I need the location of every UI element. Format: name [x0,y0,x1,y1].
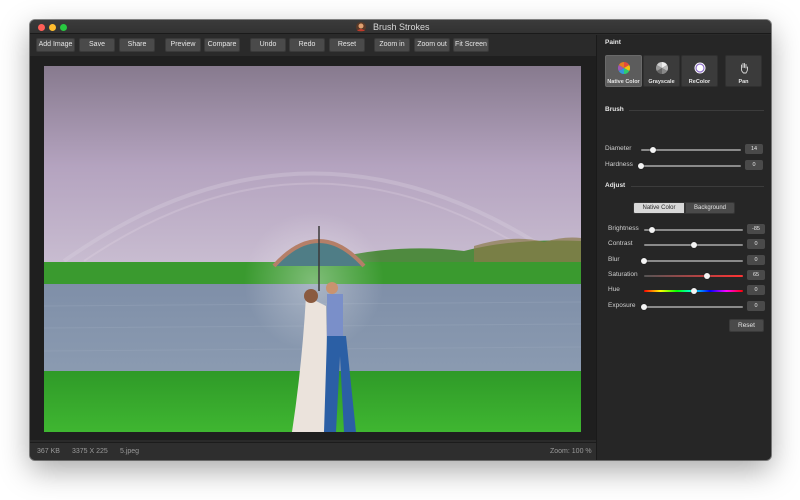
compare-button[interactable]: Compare [204,38,240,52]
share-button[interactable]: Share [119,38,155,52]
zoom-level-label: Zoom: 100 % [550,448,592,455]
hardness-label: Hardness [605,161,633,168]
close-window-button[interactable] [38,24,45,31]
brightness-label: Brightness [608,225,639,232]
filename-label: 5.jpeg [120,448,140,455]
app-logo-icon [356,22,366,32]
hue-slider[interactable] [644,288,743,294]
app-window: Brush Strokes Add Image Save Share Previ… [30,20,771,460]
contrast-slider-thumb[interactable] [690,242,697,248]
grayscale-mode-label: Grayscale [648,79,675,85]
recolor-mode-label: ReColor [688,79,711,85]
saturation-slider-thumb[interactable] [704,273,711,279]
hardness-slider-thumb[interactable] [638,163,644,169]
exposure-slider-thumb[interactable] [641,304,647,310]
redo-button[interactable]: Redo [289,38,325,52]
minimize-window-button[interactable] [49,24,56,31]
saturation-slider[interactable] [644,273,743,279]
native-color-mode-button[interactable]: Native Color [605,55,642,87]
paint-section-title: Paint [605,39,621,46]
hardness-value[interactable]: 0 [745,160,763,170]
zoom-out-button[interactable]: Zoom out [414,38,450,52]
native-color-mode-label: Native Color [607,79,640,85]
brightness-value[interactable]: -85 [747,224,765,234]
blur-value[interactable]: 0 [747,255,765,265]
brightness-slider-thumb[interactable] [648,227,655,233]
recolor-circle-icon [694,62,706,74]
hue-slider-thumb[interactable] [690,288,697,294]
background-segment[interactable]: Background [685,202,735,214]
brush-section-divider [629,110,764,111]
diameter-slider[interactable] [641,147,741,153]
color-wheel-icon [618,62,630,74]
file-size-label: 367 KB [37,448,60,455]
pan-tool-button[interactable]: Pan [725,55,762,87]
hardness-slider[interactable] [638,163,741,169]
blur-slider-thumb[interactable] [641,258,647,264]
editing-canvas[interactable] [30,56,596,440]
blur-slider[interactable] [641,258,743,264]
adjustments-panel: Paint Native Color Grayscale ReColor Pan… [596,35,771,460]
brightness-slider[interactable] [644,227,743,233]
window-title: Brush Strokes [373,22,430,32]
pan-tool-label: Pan [738,79,749,85]
title-bar: Brush Strokes [30,20,771,34]
contrast-slider[interactable] [644,242,743,248]
hue-label: Hue [608,286,620,293]
exposure-label: Exposure [608,302,636,309]
undo-button[interactable]: Undo [250,38,286,52]
reset-toolbar-button[interactable]: Reset [329,38,365,52]
maximize-window-button[interactable] [60,24,67,31]
exposure-value[interactable]: 0 [747,301,765,311]
adjust-section-divider [631,186,764,187]
exposure-slider[interactable] [641,304,743,310]
diameter-slider-thumb[interactable] [650,147,656,153]
adjust-section-title: Adjust [605,182,626,189]
diameter-value[interactable]: 14 [745,144,763,154]
hue-value[interactable]: 0 [747,285,765,295]
preview-button[interactable]: Preview [165,38,201,52]
save-button[interactable]: Save [79,38,115,52]
status-bar: 367 KB 3375 X 225 5.jpeg Zoom: 100 % [30,442,596,460]
hand-icon [740,63,748,74]
reset-adjustments-button[interactable]: Reset [729,319,764,332]
recolor-mode-button[interactable]: ReColor [681,55,718,87]
native-color-segment[interactable]: Native Color [633,202,685,214]
saturation-label: Saturation [608,271,638,278]
add-image-button[interactable]: Add Image [36,38,75,52]
grayscale-mode-button[interactable]: Grayscale [643,55,680,87]
toolbar: Add Image Save Share Preview Compare Und… [30,35,596,55]
image-dimensions-label: 3375 X 225 [72,448,108,455]
zoom-in-button[interactable]: Zoom in [374,38,410,52]
contrast-label: Contrast [608,240,633,247]
saturation-value[interactable]: 65 [747,270,765,280]
fit-screen-button[interactable]: Fit Screen [453,38,489,52]
edited-photo[interactable] [44,66,581,432]
brush-section-title: Brush [605,106,624,113]
contrast-value[interactable]: 0 [747,239,765,249]
grayscale-wheel-icon [656,62,668,74]
blur-label: Blur [608,256,620,263]
diameter-label: Diameter [605,145,632,152]
